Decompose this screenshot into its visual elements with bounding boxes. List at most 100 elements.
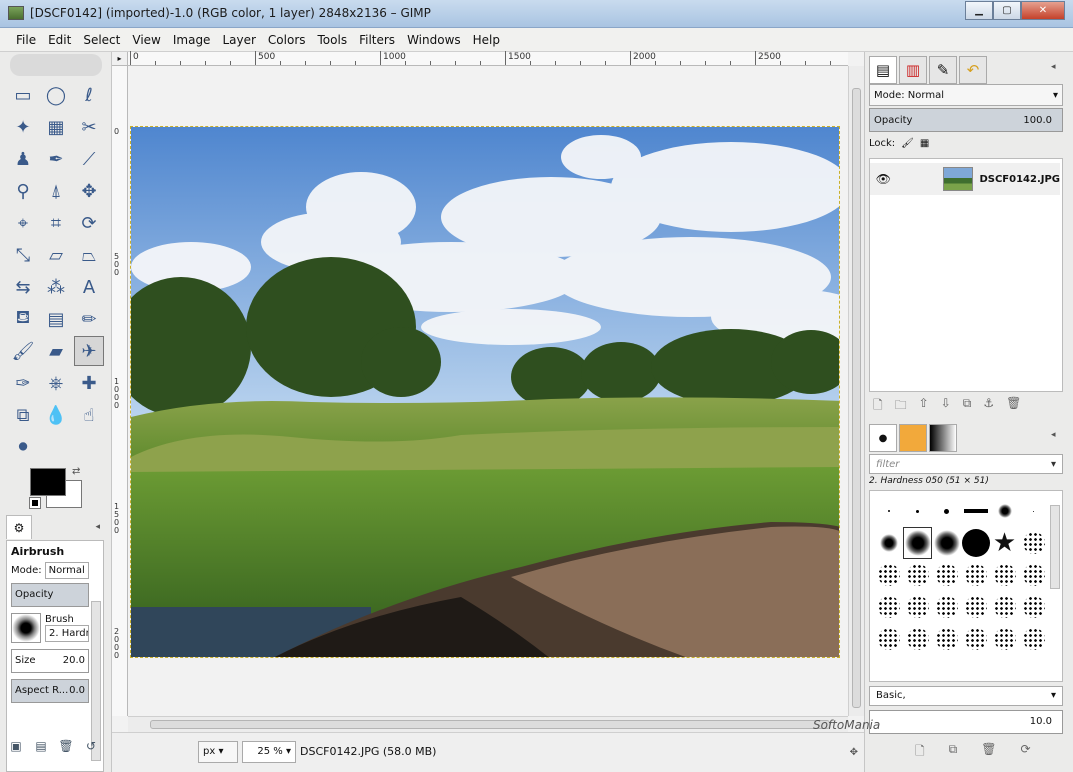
brushes-dock-config-icon[interactable]: ◂ — [1051, 430, 1063, 442]
brush-thumbnail[interactable] — [961, 527, 990, 559]
brush-tag-combo[interactable]: Basic, ▾ — [869, 686, 1063, 706]
eraser-icon[interactable]: ▰ — [41, 336, 71, 366]
smudge-icon[interactable]: ☝ — [74, 400, 104, 430]
brush-preview-button[interactable] — [11, 613, 41, 643]
brush-thumbnail[interactable] — [874, 591, 903, 623]
flip-icon[interactable]: ⇆ — [8, 272, 38, 302]
brush-thumbnail[interactable] — [903, 559, 932, 591]
scissors-icon[interactable]: ✂ — [74, 112, 104, 142]
ink-icon[interactable]: ✑ — [8, 368, 38, 398]
rect-select-icon[interactable]: ▭ — [8, 80, 38, 110]
minimize-button[interactable]: ▁ — [965, 1, 993, 20]
maximize-button[interactable]: ▢ — [993, 1, 1021, 20]
brush-spacing-slider[interactable]: 10.0 — [869, 710, 1063, 734]
horizontal-scrollbar[interactable] — [128, 716, 848, 732]
brush-thumbnail[interactable] — [961, 495, 990, 527]
vertical-scroll-thumb[interactable] — [852, 88, 861, 708]
opacity-slider[interactable]: Opacity — [11, 583, 89, 607]
brush-thumbnail[interactable] — [932, 559, 961, 591]
navigate-icon[interactable]: ✥ — [850, 747, 858, 758]
brush-thumbnail[interactable] — [903, 591, 932, 623]
align-icon[interactable]: ⌖ — [8, 208, 38, 238]
horizontal-scroll-thumb[interactable] — [150, 720, 830, 729]
undo-tab[interactable]: ↶ — [959, 56, 987, 84]
rotate-icon[interactable]: ⟳ — [74, 208, 104, 238]
brush-thumbnail[interactable] — [1019, 527, 1048, 559]
cage-icon[interactable]: ⁂ — [41, 272, 71, 302]
reset-options-icon[interactable]: ↺ — [83, 738, 99, 754]
menu-file[interactable]: File — [10, 33, 42, 47]
delete-brush-icon[interactable]: 🗑 — [981, 742, 996, 763]
menu-view[interactable]: View — [126, 33, 166, 47]
brush-thumbnail[interactable] — [932, 591, 961, 623]
menu-help[interactable]: Help — [467, 33, 506, 47]
brush-thumbnail[interactable] — [903, 527, 932, 559]
brush-thumbnail[interactable] — [1019, 495, 1048, 527]
horizontal-ruler[interactable]: 0 500 1000 1500 2000 2500 — [128, 51, 848, 66]
brush-thumbnail[interactable] — [932, 527, 961, 559]
text-icon[interactable]: A — [74, 272, 104, 302]
close-button[interactable]: ✕ — [1021, 1, 1065, 20]
brush-thumbnail[interactable] — [1019, 623, 1048, 655]
brush-thumbnail[interactable] — [874, 527, 903, 559]
brush-name-field[interactable]: 2. Hardn — [45, 625, 89, 642]
brush-thumbnail[interactable] — [990, 623, 1019, 655]
dodge-burn-icon[interactable]: ⚫ — [8, 432, 38, 462]
zoom-icon[interactable]: ⚲ — [8, 176, 38, 206]
menu-layer[interactable]: Layer — [216, 33, 261, 47]
brush-thumbnail[interactable] — [1019, 591, 1048, 623]
patterns-tab[interactable] — [899, 424, 927, 452]
vertical-scrollbar[interactable] — [848, 66, 864, 716]
perspective-icon[interactable]: ⏢ — [74, 240, 104, 270]
menu-filters[interactable]: Filters — [353, 33, 401, 47]
blend-icon[interactable]: ▤ — [41, 304, 71, 334]
bucket-fill-icon[interactable]: ⛾ — [8, 304, 38, 334]
aspect-ratio-slider[interactable]: Aspect R... 0.0 — [11, 679, 89, 703]
layers-dock-config-icon[interactable]: ◂ — [1051, 62, 1063, 74]
crop-icon[interactable]: ⌗ — [41, 208, 71, 238]
tool-options-scrollbar[interactable] — [91, 601, 101, 761]
brush-thumbnail[interactable] — [961, 623, 990, 655]
restore-options-icon[interactable]: ▤ — [33, 738, 49, 754]
toolbox-wilber-grip[interactable] — [10, 54, 102, 76]
dock-config-icon[interactable]: ◂ — [95, 522, 100, 532]
brush-thumbnail[interactable] — [990, 559, 1019, 591]
layer-row[interactable]: 👁 DSCF0142.JPG — [870, 163, 1060, 195]
menu-tools[interactable]: Tools — [312, 33, 354, 47]
brush-thumbnail[interactable] — [903, 623, 932, 655]
unit-select[interactable]: px ▾ — [198, 741, 238, 763]
color-picker-icon[interactable]: ⟋ — [74, 144, 104, 174]
duplicate-layer-icon[interactable]: ⧉ — [963, 396, 972, 417]
lock-alpha-icon[interactable]: ▦ — [920, 138, 929, 149]
delete-options-icon[interactable]: 🗑 — [58, 738, 74, 754]
ellipse-select-icon[interactable]: ◯ — [41, 80, 71, 110]
layer-mode-select[interactable]: Mode: Normal ▾ — [869, 84, 1063, 106]
scale-icon[interactable]: ⤡ — [8, 240, 38, 270]
pencil-icon[interactable]: ✏ — [74, 304, 104, 334]
select-by-color-icon[interactable]: ▦ — [41, 112, 71, 142]
channels-tab[interactable]: ▥ — [899, 56, 927, 84]
brush-thumbnail[interactable]: ★ — [990, 527, 1019, 559]
new-group-icon[interactable]: 🗀 — [895, 396, 907, 417]
heal-icon[interactable]: ✚ — [74, 368, 104, 398]
brush-thumbnail[interactable] — [990, 495, 1019, 527]
clone-icon[interactable]: ⎈ — [41, 368, 71, 398]
swap-colors-icon[interactable]: ⇄ — [72, 466, 80, 477]
size-slider[interactable]: Size 20.0 — [11, 649, 89, 673]
brush-filter-combo[interactable]: filter ▾ — [869, 454, 1063, 474]
zoom-select[interactable]: 25 % ▾ — [242, 741, 296, 763]
image-canvas[interactable] — [130, 126, 840, 658]
new-brush-icon[interactable]: 🗋 — [915, 742, 925, 763]
brush-thumbnail[interactable] — [1019, 559, 1048, 591]
brush-thumbnail[interactable] — [932, 623, 961, 655]
save-options-icon[interactable]: ▣ — [8, 738, 24, 754]
free-select-icon[interactable]: ℓ — [74, 80, 104, 110]
tool-options-tab[interactable]: ⚙ — [6, 515, 32, 539]
anchor-layer-icon[interactable]: ⚓ — [983, 396, 994, 417]
brushes-tab[interactable]: ● — [869, 424, 897, 452]
airbrush-icon[interactable]: ✈ — [74, 336, 104, 366]
menu-image[interactable]: Image — [167, 33, 217, 47]
menu-windows[interactable]: Windows — [401, 33, 467, 47]
fuzzy-select-icon[interactable]: ✦ — [8, 112, 38, 142]
vertical-ruler[interactable]: 0 500 1000 1500 2000 — [112, 66, 128, 716]
